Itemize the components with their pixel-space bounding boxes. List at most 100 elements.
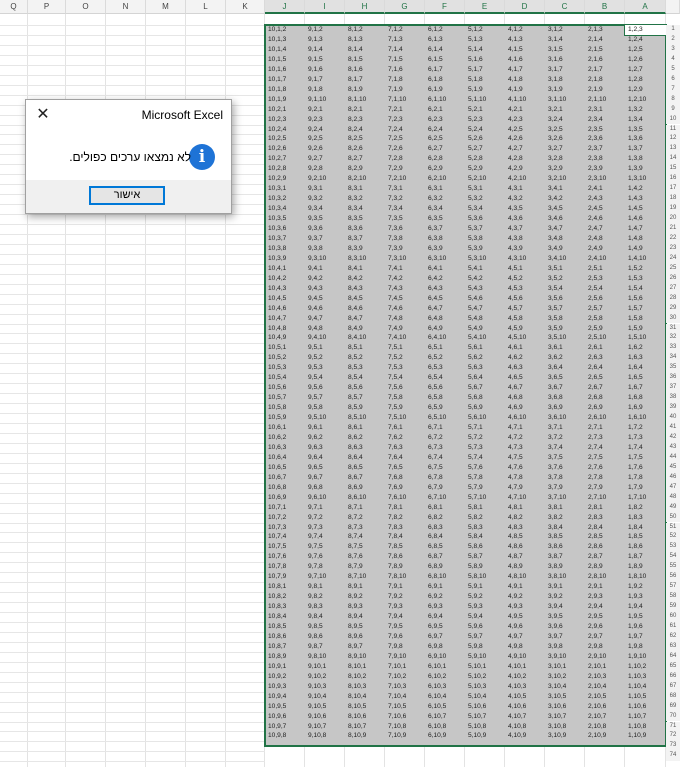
cell-g72[interactable]: 7,10,9 xyxy=(385,731,425,741)
cell-j56[interactable]: 10,7,9 xyxy=(265,572,305,582)
cell-g52[interactable]: 7,8,4 xyxy=(385,532,425,542)
cell-h33[interactable]: 8,5,1 xyxy=(345,343,385,353)
row-header-32[interactable]: 32 xyxy=(666,333,680,344)
cell-g12[interactable]: 7,2,5 xyxy=(385,134,425,144)
cell-c6[interactable]: 3,1,8 xyxy=(545,75,585,85)
cell-d33[interactable]: 4,6,1 xyxy=(505,343,545,353)
cell-i60[interactable]: 9,8,4 xyxy=(305,612,345,622)
cell-b51[interactable]: 2,8,4 xyxy=(585,523,625,533)
cell-e62[interactable]: 5,9,7 xyxy=(465,632,505,642)
row-header-41[interactable]: 41 xyxy=(666,423,680,433)
cell-d28[interactable]: 4,5,6 xyxy=(505,294,545,304)
cell-i61[interactable]: 9,8,5 xyxy=(305,622,345,632)
cell-e14[interactable]: 5,2,8 xyxy=(465,154,505,164)
cell-a6[interactable]: 1,2,8 xyxy=(625,75,666,85)
cell-g22[interactable]: 7,3,8 xyxy=(385,234,425,244)
cell-h58[interactable]: 8,9,2 xyxy=(345,592,385,602)
cell-i26[interactable]: 9,4,2 xyxy=(305,274,345,284)
cell-b24[interactable]: 2,4,10 xyxy=(585,254,625,264)
column-header-l[interactable]: L xyxy=(186,0,226,14)
cell-b47[interactable]: 2,7,9 xyxy=(585,483,625,493)
cell-a23[interactable]: 1,4,9 xyxy=(625,244,666,254)
cell-h56[interactable]: 8,7,10 xyxy=(345,572,385,582)
cell-e23[interactable]: 5,3,9 xyxy=(465,244,505,254)
cell-d42[interactable]: 4,7,2 xyxy=(505,433,545,443)
cell-i54[interactable]: 9,7,6 xyxy=(305,552,345,562)
cell-d56[interactable]: 4,8,10 xyxy=(505,572,545,582)
cell-b70[interactable]: 2,10,7 xyxy=(585,712,625,722)
cell-c10[interactable]: 3,2,4 xyxy=(545,115,585,125)
cell-j40[interactable]: 10,5,9 xyxy=(265,413,305,423)
cell-f7[interactable]: 6,1,9 xyxy=(425,85,465,95)
cell-a1[interactable]: 1,2,3 xyxy=(625,25,666,35)
cell-h66[interactable]: 8,10,2 xyxy=(345,672,385,682)
cell-a40[interactable]: 1,6,10 xyxy=(625,413,666,423)
row-header-7[interactable]: 7 xyxy=(666,84,680,95)
cell-c22[interactable]: 3,4,8 xyxy=(545,234,585,244)
row-header-39[interactable]: 39 xyxy=(666,403,680,414)
cell-g65[interactable]: 7,10,1 xyxy=(385,662,425,672)
cell-d45[interactable]: 4,7,6 xyxy=(505,463,545,473)
cell-j71[interactable]: 10,9,7 xyxy=(265,722,305,732)
cell-g71[interactable]: 7,10,8 xyxy=(385,722,425,732)
cell-h18[interactable]: 8,3,2 xyxy=(345,194,385,204)
row-header-44[interactable]: 44 xyxy=(666,452,680,463)
cell-c31[interactable]: 3,5,9 xyxy=(545,324,585,334)
cell-c17[interactable]: 3,4,1 xyxy=(545,184,585,194)
cell-c15[interactable]: 3,2,9 xyxy=(545,164,585,174)
row-header-47[interactable]: 47 xyxy=(666,482,680,493)
cell-f17[interactable]: 6,3,1 xyxy=(425,184,465,194)
cell-a12[interactable]: 1,3,6 xyxy=(625,134,666,144)
cell-h43[interactable]: 8,6,3 xyxy=(345,443,385,453)
cell-f31[interactable]: 6,4,9 xyxy=(425,324,465,334)
row-header-17[interactable]: 17 xyxy=(666,184,680,195)
cell-g50[interactable]: 7,8,2 xyxy=(385,513,425,523)
cell-a13[interactable]: 1,3,7 xyxy=(625,144,666,154)
cell-j15[interactable]: 10,2,8 xyxy=(265,164,305,174)
cell-g51[interactable]: 7,8,3 xyxy=(385,523,425,533)
cell-i7[interactable]: 9,1,8 xyxy=(305,85,345,95)
cell-a60[interactable]: 1,9,5 xyxy=(625,612,666,622)
cell-j4[interactable]: 10,1,5 xyxy=(265,55,305,65)
cell-g19[interactable]: 7,3,4 xyxy=(385,204,425,214)
cell-a66[interactable]: 1,10,3 xyxy=(625,672,666,682)
cell-d52[interactable]: 4,8,5 xyxy=(505,532,545,542)
cell-i3[interactable]: 9,1,4 xyxy=(305,45,345,55)
cell-c52[interactable]: 3,8,5 xyxy=(545,532,585,542)
cell-d17[interactable]: 4,3,1 xyxy=(505,184,545,194)
cell-j10[interactable]: 10,2,3 xyxy=(265,115,305,125)
cell-e21[interactable]: 5,3,7 xyxy=(465,224,505,234)
cell-d12[interactable]: 4,2,6 xyxy=(505,134,545,144)
cell-i41[interactable]: 9,6,1 xyxy=(305,423,345,433)
cell-f37[interactable]: 6,5,6 xyxy=(425,383,465,393)
row-header-11[interactable]: 11 xyxy=(666,124,680,135)
cell-b12[interactable]: 2,3,6 xyxy=(585,134,625,144)
cell-b68[interactable]: 2,10,5 xyxy=(585,692,625,702)
cell-h36[interactable]: 8,5,4 xyxy=(345,373,385,383)
cell-b62[interactable]: 2,9,7 xyxy=(585,632,625,642)
cell-d58[interactable]: 4,9,2 xyxy=(505,592,545,602)
cell-f23[interactable]: 6,3,9 xyxy=(425,244,465,254)
cell-i57[interactable]: 9,8,1 xyxy=(305,582,345,592)
cell-d23[interactable]: 4,3,9 xyxy=(505,244,545,254)
cell-i22[interactable]: 9,3,7 xyxy=(305,234,345,244)
cell-e57[interactable]: 5,9,1 xyxy=(465,582,505,592)
cell-i5[interactable]: 9,1,6 xyxy=(305,65,345,75)
cell-f19[interactable]: 6,3,4 xyxy=(425,204,465,214)
cell-d6[interactable]: 4,1,8 xyxy=(505,75,545,85)
cell-g8[interactable]: 7,1,10 xyxy=(385,95,425,105)
cell-e6[interactable]: 5,1,8 xyxy=(465,75,505,85)
cell-e19[interactable]: 5,3,4 xyxy=(465,204,505,214)
cell-j38[interactable]: 10,5,7 xyxy=(265,393,305,403)
cell-j70[interactable]: 10,9,6 xyxy=(265,712,305,722)
cell-e38[interactable]: 5,6,8 xyxy=(465,393,505,403)
cell-a17[interactable]: 1,4,2 xyxy=(625,184,666,194)
cell-f69[interactable]: 6,10,5 xyxy=(425,702,465,712)
cell-b64[interactable]: 2,9,10 xyxy=(585,652,625,662)
cell-g7[interactable]: 7,1,9 xyxy=(385,85,425,95)
cell-c46[interactable]: 3,7,8 xyxy=(545,473,585,483)
cell-i53[interactable]: 9,7,5 xyxy=(305,542,345,552)
cell-h49[interactable]: 8,7,1 xyxy=(345,503,385,513)
cell-i31[interactable]: 9,4,8 xyxy=(305,324,345,334)
cell-g27[interactable]: 7,4,3 xyxy=(385,284,425,294)
